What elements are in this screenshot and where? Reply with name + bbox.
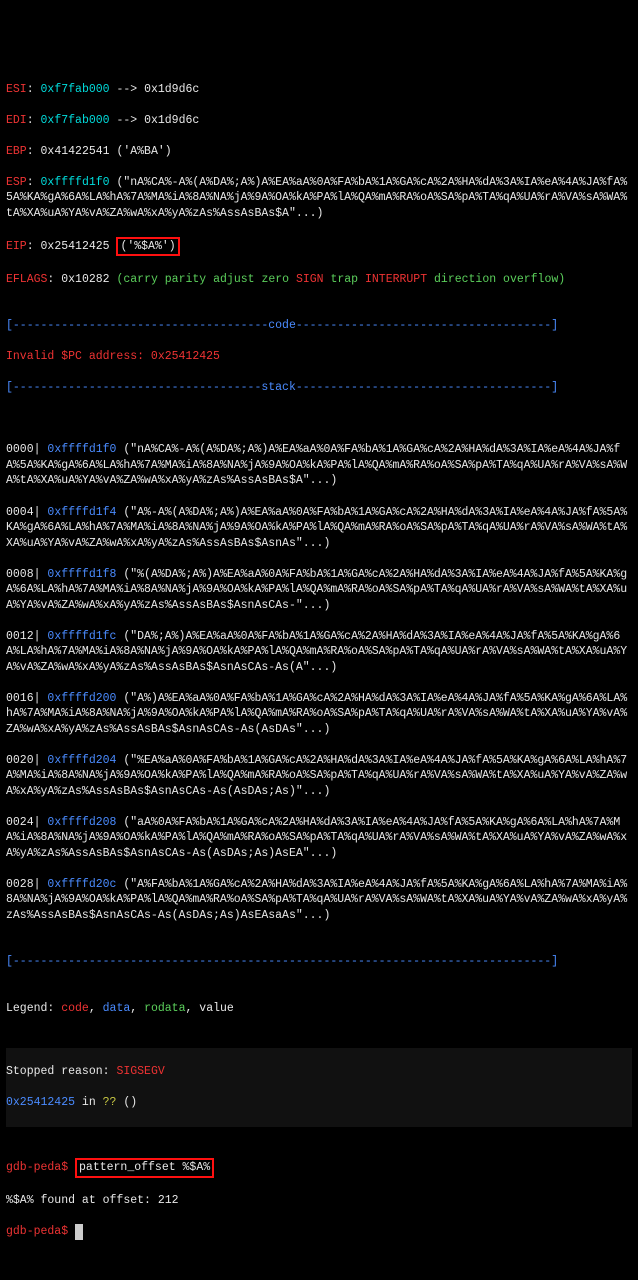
stack-row: 0012| 0xffffd1fc ("DA%;A%)A%EA%aA%0A%FA%…: [6, 629, 632, 676]
stack-row: 0020| 0xffffd204 ("%EA%aA%0A%FA%bA%1A%GA…: [6, 753, 632, 800]
stack-row: 0004| 0xffffd1f4 ("A%-A%(A%DA%;A%)A%EA%a…: [6, 505, 632, 552]
stack-row: 0028| 0xffffd20c ("A%FA%bA%1A%GA%cA%2A%H…: [6, 877, 632, 924]
gdb-prompt[interactable]: gdb-peda$: [6, 1224, 632, 1240]
gdb-command-line[interactable]: gdb-peda$ pattern_offset %$A%: [6, 1158, 632, 1178]
stack-row: 0016| 0xffffd200 ("A%)A%EA%aA%0A%FA%bA%1…: [6, 691, 632, 738]
reg-esp: ESP: 0xffffd1f0 ("nA%CA%-A%(A%DA%;A%)A%E…: [6, 175, 632, 222]
reg-eflags: EFLAGS: 0x10282 (carry parity adjust zer…: [6, 272, 632, 288]
cursor-icon: [75, 1224, 83, 1240]
stack-section-rule: [------------------------------------sta…: [6, 380, 632, 396]
reg-esi: ESI: 0xf7fab000 --> 0x1d9d6c: [6, 82, 632, 98]
reg-edi: EDI: 0xf7fab000 --> 0x1d9d6c: [6, 113, 632, 129]
stopped-block: Stopped reason: SIGSEGV 0x25412425 in ??…: [6, 1048, 632, 1128]
legend-line: Legend: code, data, rodata, value: [6, 1001, 632, 1017]
pattern-result: %$A% found at offset: 212: [6, 1193, 632, 1209]
reg-eip: EIP: 0x25412425 ('%$A%'): [6, 237, 632, 257]
stack-row: 0000| 0xffffd1f0 ("nA%CA%-A%(A%DA%;A%)A%…: [6, 442, 632, 489]
code-section-rule: [-------------------------------------co…: [6, 318, 632, 334]
invalid-pc-line: Invalid $PC address: 0x25412425: [6, 349, 632, 365]
stack-row: 0008| 0xffffd1f8 ("%(A%DA%;A%)A%EA%aA%0A…: [6, 567, 632, 614]
end-section-rule: [---------------------------------------…: [6, 954, 632, 970]
reg-ebp: EBP: 0x41422541 ('A%BA'): [6, 144, 632, 160]
stack-row: 0024| 0xffffd208 ("aA%0A%FA%bA%1A%GA%cA%…: [6, 815, 632, 862]
